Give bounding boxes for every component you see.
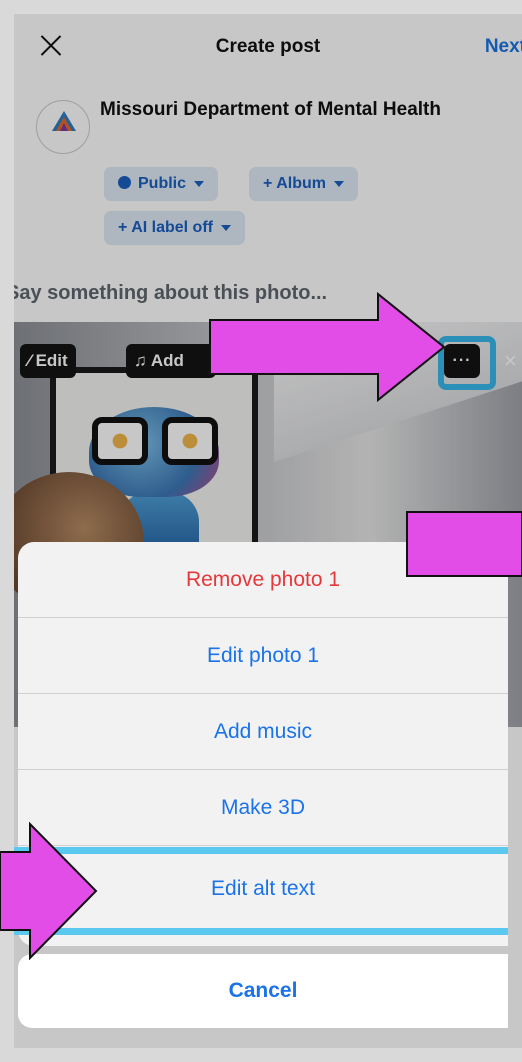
edit-photo-option[interactable]: Edit photo 1 <box>18 618 508 694</box>
arrow-to-alt-text-icon <box>0 822 98 960</box>
arrow-to-more-icon <box>209 292 446 402</box>
cancel-button[interactable]: Cancel <box>18 954 508 1028</box>
add-music-option[interactable]: Add music <box>18 694 508 770</box>
arrow-partial-icon <box>406 511 522 577</box>
